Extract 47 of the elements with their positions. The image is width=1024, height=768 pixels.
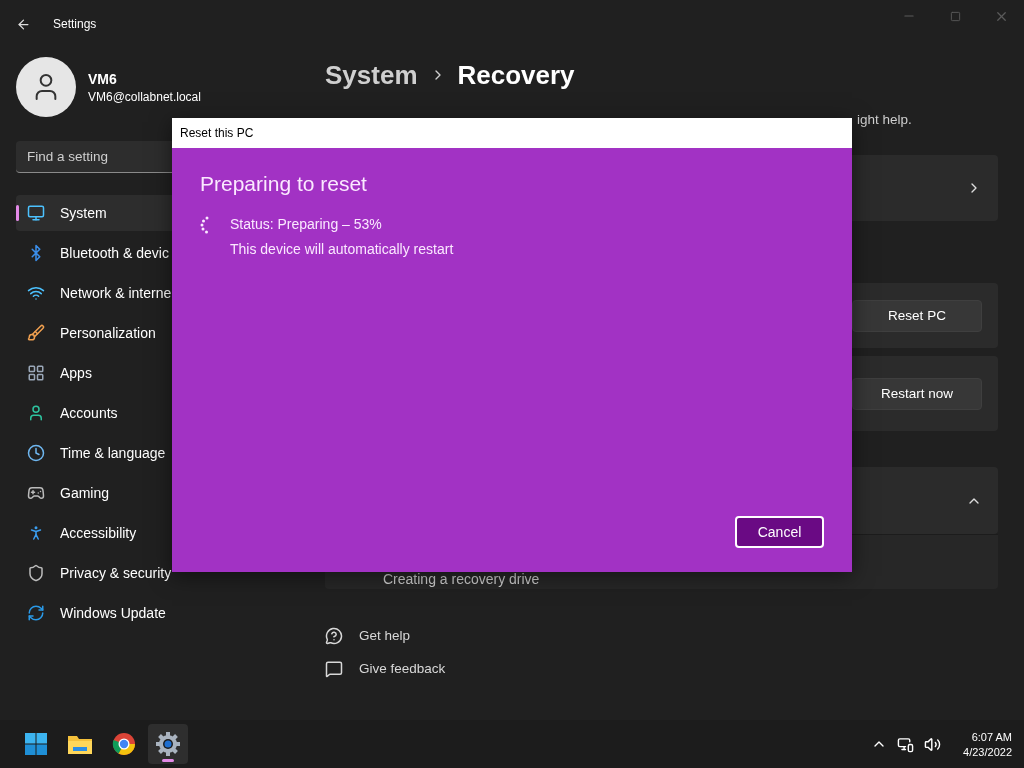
apps-grid-icon [27, 364, 45, 382]
clock-date: 4/23/2022 [963, 745, 1012, 758]
wifi-icon [27, 284, 45, 302]
avatar [16, 57, 76, 117]
nav-item[interactable]: Personalization [16, 315, 310, 351]
page-description: ight help. [856, 112, 913, 129]
gamepad-icon [27, 484, 45, 502]
breadcrumb-item[interactable]: System [325, 59, 418, 91]
window-title: Settings [53, 17, 97, 31]
clock-time: 6:07 AM [971, 730, 1012, 743]
clock-icon [27, 444, 45, 462]
taskbar-app[interactable] [148, 724, 188, 764]
monitor-icon [27, 204, 45, 222]
account-email: VM6@collabnet.local [88, 89, 201, 104]
spinner-icon [200, 216, 210, 234]
volume-icon[interactable] [924, 735, 942, 753]
folder-icon [67, 733, 93, 755]
back-icon[interactable] [16, 16, 31, 32]
nav-item[interactable]: Gaming [16, 475, 310, 511]
help-icon [325, 626, 343, 645]
nav-item[interactable]: Privacy & security [16, 555, 310, 591]
card-button[interactable]: Restart now [852, 377, 982, 410]
feedback-link[interactable]: Give feedback [325, 659, 998, 678]
card-button[interactable]: Reset PC [852, 299, 982, 332]
maximize-icon [949, 10, 961, 22]
gear-icon [155, 731, 181, 757]
cancel-button[interactable]: Cancel [735, 516, 824, 548]
feedback-icon [325, 659, 343, 678]
nav-item[interactable]: Network & interne [16, 275, 310, 311]
restart-note: This device will automatically restart [230, 240, 454, 259]
account-name: VM6 [88, 70, 118, 87]
nav-item[interactable]: Windows Update [16, 595, 310, 631]
nav-item[interactable]: Time & language [16, 435, 310, 471]
refresh-icon [27, 604, 45, 622]
nav-item[interactable]: Apps [16, 355, 310, 391]
breadcrumb-item: Recovery [457, 59, 575, 91]
network-icon[interactable] [897, 735, 915, 753]
dialog-title: Reset this PC [172, 118, 852, 148]
nav-item[interactable]: Accounts [16, 395, 310, 431]
get-help-link[interactable]: Get help [325, 626, 998, 645]
dialog-heading: Preparing to reset [200, 172, 368, 196]
brush-icon [27, 324, 45, 342]
browser-icon [112, 732, 136, 756]
nav-item[interactable]: Accessibility [16, 515, 310, 551]
shield-icon [27, 564, 45, 582]
windows-logo-icon [24, 732, 48, 756]
person-icon [27, 404, 45, 422]
